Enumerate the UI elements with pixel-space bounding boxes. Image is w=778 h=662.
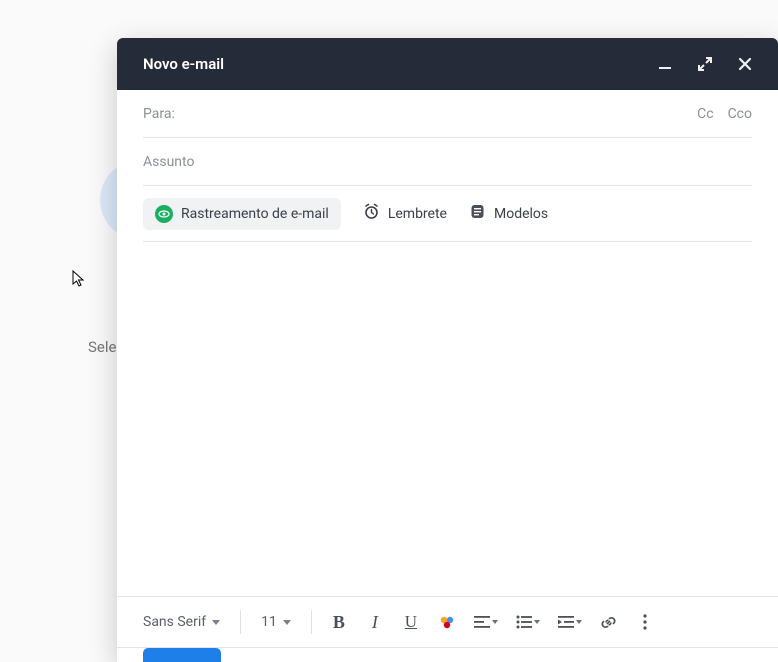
align-button[interactable] [468, 607, 504, 637]
close-icon [738, 57, 752, 71]
mouse-cursor-icon [72, 270, 86, 288]
to-field-row[interactable]: Para: Cc Cco [143, 90, 752, 138]
email-body-editor[interactable] [143, 242, 752, 596]
italic-glyph: I [372, 612, 378, 633]
chevron-down-icon [534, 620, 540, 624]
kebab-menu-icon [643, 614, 647, 630]
subject-placeholder: Assunto [143, 154, 194, 170]
chevron-down-icon [283, 620, 291, 625]
formatting-toolbar: Sans Serif 11 B I U [117, 596, 778, 648]
text-color-button[interactable] [432, 607, 462, 637]
bold-button[interactable]: B [324, 607, 354, 637]
close-button[interactable] [734, 53, 756, 75]
compose-window: Novo e-mail Para: Cc [117, 38, 778, 662]
reminder-label: Lembrete [388, 206, 447, 222]
templates-button[interactable]: Modelos [469, 203, 548, 224]
underline-button[interactable]: U [396, 607, 426, 637]
alarm-clock-icon [363, 203, 380, 224]
compose-header: Novo e-mail [117, 38, 778, 90]
align-left-icon [474, 615, 490, 629]
templates-icon [469, 203, 486, 224]
minimize-button[interactable] [654, 53, 676, 75]
bg-truncated-text: Sele [88, 338, 116, 356]
cc-toggle[interactable]: Cc [697, 106, 713, 122]
bullet-list-icon [516, 615, 532, 629]
font-size-label: 11 [261, 614, 277, 630]
tracking-eye-icon [155, 205, 173, 223]
tracking-label: Rastreamento de e-mail [181, 206, 329, 222]
bold-glyph: B [333, 612, 345, 633]
to-label: Para: [143, 106, 175, 122]
compose-footer [117, 648, 778, 662]
expand-icon [698, 57, 712, 71]
italic-button[interactable]: I [360, 607, 390, 637]
compose-title: Novo e-mail [143, 55, 654, 73]
underline-glyph: U [405, 612, 417, 632]
more-options-button[interactable] [630, 607, 660, 637]
compose-options-row: Rastreamento de e-mail Lembrete [143, 186, 752, 242]
subject-field-row[interactable]: Assunto [143, 138, 752, 186]
link-icon [600, 614, 617, 631]
bcc-toggle[interactable]: Cco [728, 106, 752, 122]
window-controls [654, 53, 756, 75]
color-palette-icon [438, 613, 456, 631]
font-family-label: Sans Serif [143, 614, 206, 630]
send-button[interactable] [143, 648, 221, 662]
minimize-icon [658, 57, 672, 71]
expand-button[interactable] [694, 53, 716, 75]
font-family-dropdown[interactable]: Sans Serif [135, 610, 228, 634]
reminder-button[interactable]: Lembrete [363, 203, 447, 224]
chevron-down-icon [492, 620, 498, 624]
link-button[interactable] [594, 607, 624, 637]
chevron-down-icon [576, 620, 582, 624]
email-tracking-button[interactable]: Rastreamento de e-mail [143, 198, 341, 230]
toolbar-separator [240, 610, 241, 634]
indent-button[interactable] [552, 607, 588, 637]
templates-label: Modelos [494, 206, 548, 222]
chevron-down-icon [212, 620, 220, 625]
indent-icon [558, 615, 574, 629]
toolbar-separator [311, 610, 312, 634]
bullet-list-button[interactable] [510, 607, 546, 637]
font-size-dropdown[interactable]: 11 [253, 610, 299, 634]
